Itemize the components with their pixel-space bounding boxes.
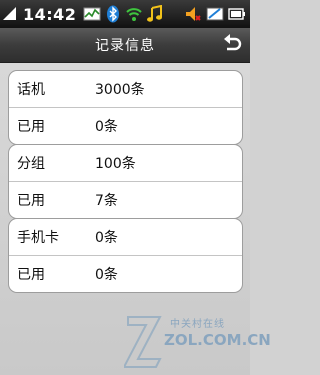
music-icon [147,5,163,22]
signal-icon [3,7,16,20]
row-label: 手机卡 [17,230,59,246]
row-label: 分组 [17,156,45,172]
bluetooth-icon [107,5,120,23]
row-value: 0条 [95,230,118,246]
page-title: 记录信息 [95,38,155,54]
row-label: 已用 [17,119,45,135]
content-area: 话机 3000条 已用 0条 分组 100条 已用 7条 手机卡 0条 已用 0… [0,63,271,375]
volume-icon [186,7,201,21]
row-label: 已用 [17,267,45,283]
back-button[interactable] [220,33,244,57]
group-phone: 话机 3000条 已用 0条 [8,70,243,145]
activity-icon [83,7,101,21]
row-value: 0条 [95,119,118,135]
row-used: 已用 7条 [9,181,242,218]
row-capacity: 手机卡 0条 [9,219,242,255]
watermark-line2: ZOL.COM.CN [164,331,271,349]
watermark: 中关村在线 ZOL.COM.CN [124,309,271,371]
group-groups: 分组 100条 已用 7条 [8,144,243,219]
message-icon [206,7,224,21]
row-used: 已用 0条 [9,255,242,292]
row-value: 3000条 [95,82,145,98]
status-bar: 14:42 [0,0,250,28]
row-capacity: 分组 100条 [9,145,242,181]
zol-logo-icon [124,316,162,368]
row-value: 7条 [95,193,118,209]
row-label: 话机 [17,82,45,98]
row-value: 0条 [95,267,118,283]
back-arrow-icon [224,34,242,51]
watermark-line1: 中关村在线 [170,319,225,330]
row-used: 已用 0条 [9,107,242,144]
row-value: 100条 [95,156,136,172]
clock: 14:42 [23,4,77,24]
battery-icon [228,8,245,20]
row-capacity: 话机 3000条 [9,71,242,107]
group-sim-card: 手机卡 0条 已用 0条 [8,218,243,293]
row-label: 已用 [17,193,45,209]
wifi-icon [126,8,143,21]
title-bar: 记录信息 [0,28,250,63]
